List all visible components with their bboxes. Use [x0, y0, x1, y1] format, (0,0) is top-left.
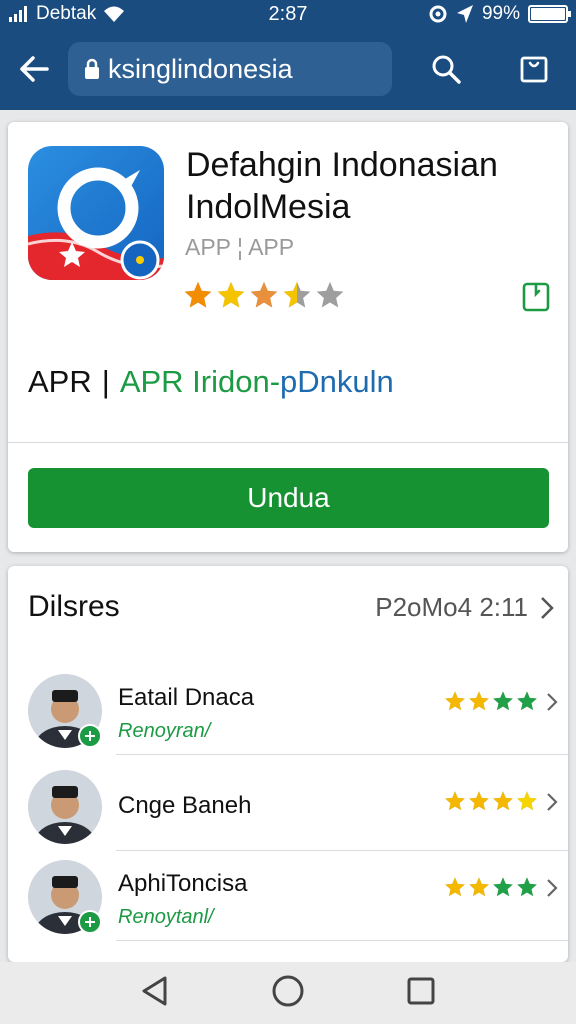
app-logo-icon[interactable] [28, 146, 164, 280]
divider [8, 442, 568, 443]
divider [116, 754, 568, 755]
info-developer-link[interactable]: pDnkuln [280, 364, 394, 399]
star-icon [493, 691, 513, 711]
star-icon [493, 877, 513, 897]
square-recents-icon [407, 977, 435, 1004]
bookmark-icon [522, 282, 550, 312]
triangle-back-icon [142, 976, 167, 1005]
review-row[interactable]: Cnge Baneh [8, 762, 568, 852]
star-icon [469, 877, 489, 897]
review-stars [444, 790, 538, 812]
review-stars [444, 876, 538, 898]
app-title-line2: IndolMesia [186, 188, 351, 226]
chevron-right-icon [546, 878, 558, 903]
star-icon [493, 791, 513, 811]
reviews-see-all[interactable]: P2oMo4 2:11 [375, 592, 554, 623]
app-title: Defahgin Indonasian IndolMesia [186, 144, 556, 228]
divider [116, 850, 568, 851]
reviews-meta-text: P2oMo4 2:11 [375, 592, 528, 622]
info-developer: APR Iridon- [119, 364, 281, 399]
reviewer-tag: Renoyran/ [118, 720, 211, 742]
app-category: APP ¦ APP [185, 234, 295, 260]
verified-badge-icon [78, 910, 102, 934]
star-icon [469, 691, 489, 711]
top-app-bar: ksinglindonesia [0, 28, 576, 110]
status-bar: Debtak 2:87 99% [0, 0, 576, 28]
battery-level [531, 8, 565, 20]
back-button[interactable] [0, 28, 68, 110]
lock-icon [85, 58, 99, 79]
star-icon [445, 877, 465, 897]
star-icon [250, 281, 278, 308]
app-rating-stars [183, 280, 345, 310]
star-icon [517, 877, 537, 897]
reviewer-name: Eatail Dnaca [118, 684, 255, 711]
system-nav-bar [0, 962, 576, 1024]
app-title-line1: Defahgin Indonasian [186, 146, 498, 184]
info-separator: | [101, 364, 110, 399]
nav-back-button[interactable] [140, 975, 170, 1012]
url-text: ksinglindonesia [108, 53, 293, 84]
star-icon [283, 281, 311, 308]
review-stars [444, 690, 538, 712]
app-info-line: APR | APR Iridon-pDnkuln [28, 364, 394, 400]
circle-home-icon [272, 975, 304, 1006]
url-bar[interactable]: ksinglindonesia [68, 42, 392, 96]
arrow-back-icon [20, 56, 49, 82]
star-icon [445, 791, 465, 811]
star-icon [184, 281, 212, 308]
star-icon [517, 791, 537, 811]
reviewer-name: Cnge Baneh [118, 792, 252, 819]
signal-icon [9, 6, 27, 22]
nav-recents-button[interactable] [406, 976, 436, 1011]
star-icon [445, 691, 465, 711]
star-icon [316, 281, 344, 308]
sync-icon [429, 5, 447, 23]
star-icon [217, 281, 245, 308]
divider [116, 940, 568, 941]
review-row[interactable]: Eatail Dnaca Renoyran/ [8, 666, 568, 756]
verified-badge-icon [78, 724, 102, 748]
reviewer-name: AphiToncisa [118, 870, 248, 897]
chevron-right-icon [546, 692, 558, 717]
review-row[interactable]: AphiToncisa Renoytanl/ [8, 852, 568, 942]
reviews-title: Dilsres [28, 590, 120, 623]
store-button[interactable] [500, 28, 568, 110]
carrier-label: Debtak [36, 3, 97, 24]
nav-home-button[interactable] [271, 974, 305, 1013]
location-icon [456, 5, 473, 23]
info-label: APR [28, 364, 92, 399]
search-button[interactable] [392, 28, 500, 110]
battery-icon [528, 5, 571, 23]
search-icon [432, 55, 461, 84]
wifi-icon [104, 6, 125, 22]
app-details-card: Defahgin Indonasian IndolMesia APP ¦ APP… [8, 122, 568, 552]
download-button[interactable]: Undua [28, 468, 549, 528]
battery-percent: 99% [481, 3, 520, 24]
chevron-right-icon [546, 792, 558, 817]
avatar [28, 770, 102, 844]
reviews-card: Dilsres P2oMo4 2:11 Eatail Dnaca Renoyran… [8, 566, 568, 962]
reviewer-tag: Renoytanl/ [118, 906, 214, 928]
shopping-bag-icon [520, 56, 548, 83]
chevron-right-icon [541, 596, 554, 619]
star-icon [517, 691, 537, 711]
wishlist-button[interactable] [522, 282, 550, 317]
star-icon [469, 791, 489, 811]
